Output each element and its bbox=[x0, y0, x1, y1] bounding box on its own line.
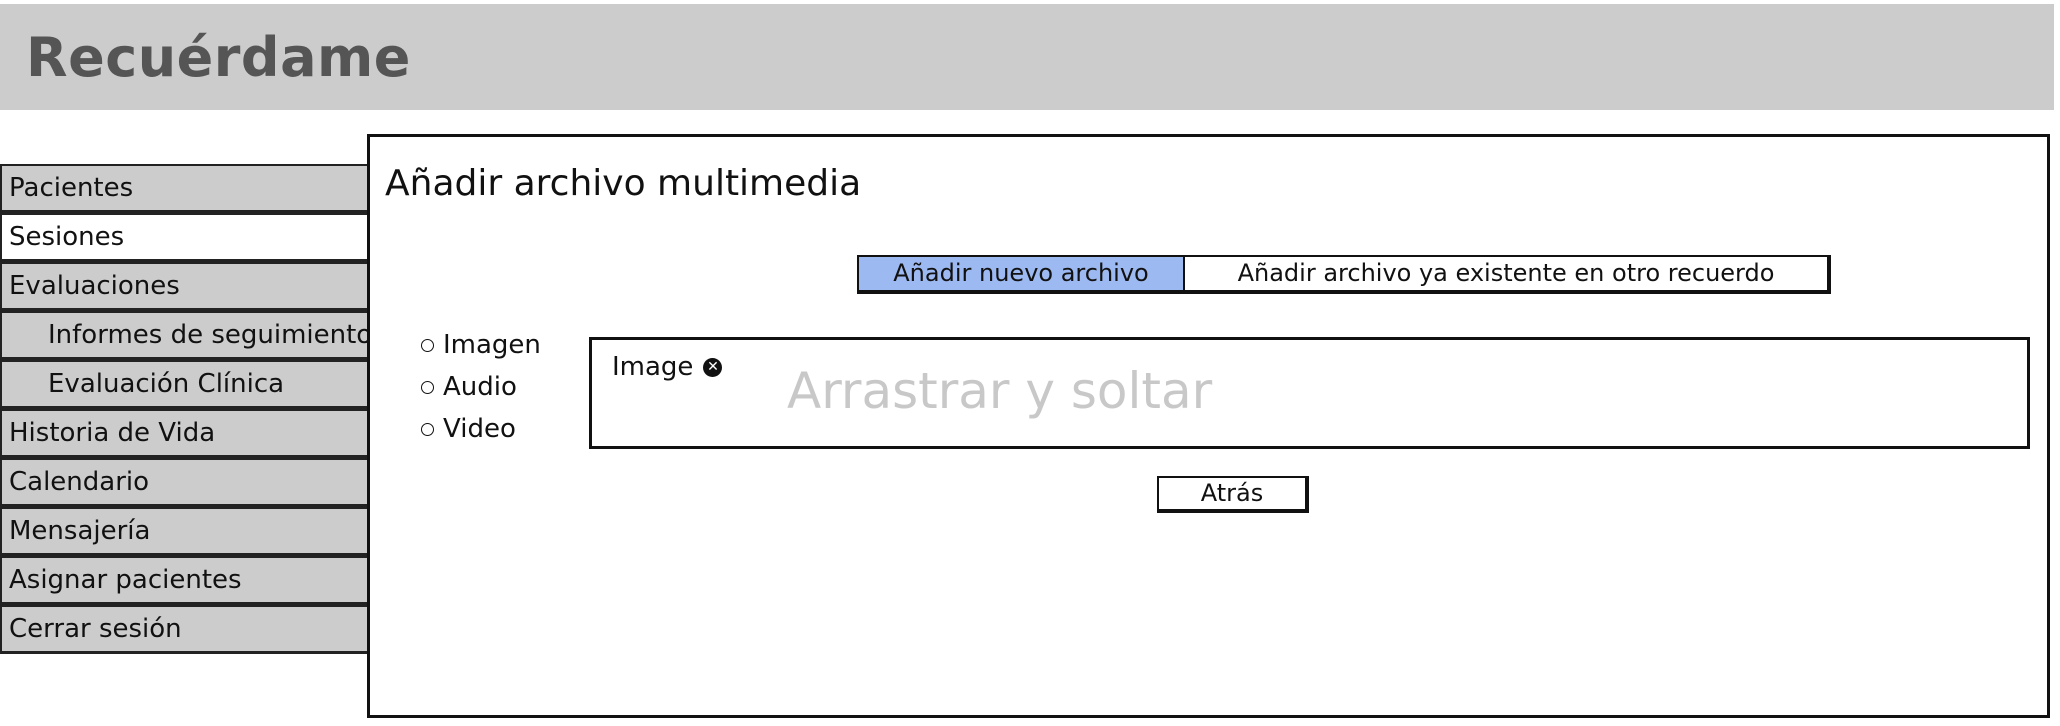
radio-option-video[interactable]: Video bbox=[421, 408, 541, 450]
close-icon[interactable]: ✕ bbox=[703, 357, 723, 377]
radio-button-icon[interactable] bbox=[421, 422, 434, 436]
app-header: Recuérdame bbox=[0, 4, 2054, 110]
sidebar-item-asignar-pacientes[interactable]: Asignar pacientes bbox=[0, 556, 371, 605]
file-chip-label: Image bbox=[612, 352, 694, 382]
media-type-radio-group: Imagen Audio Video bbox=[421, 324, 541, 450]
sidebar-item-evaluacion-clinica[interactable]: Evaluación Clínica bbox=[0, 360, 371, 409]
file-chip: Image ✕ bbox=[612, 350, 723, 384]
upload-mode-tabs: Añadir nuevo archivo Añadir archivo ya e… bbox=[857, 255, 1831, 294]
sidebar-item-evaluaciones[interactable]: Evaluaciones bbox=[0, 262, 371, 311]
radio-label-video: Video bbox=[443, 414, 516, 444]
radio-button-icon[interactable] bbox=[421, 338, 434, 352]
tab-new-file[interactable]: Añadir nuevo archivo bbox=[859, 257, 1185, 290]
sidebar: Pacientes Sesiones Evaluaciones Informes… bbox=[0, 164, 371, 654]
radio-button-icon[interactable] bbox=[421, 380, 434, 394]
sidebar-item-historia-de-vida[interactable]: Historia de Vida bbox=[0, 409, 371, 458]
tab-existing-file[interactable]: Añadir archivo ya existente en otro recu… bbox=[1185, 257, 1827, 290]
back-button[interactable]: Atrás bbox=[1157, 476, 1309, 513]
file-dropzone[interactable]: Image ✕ Arrastrar y soltar bbox=[589, 337, 2030, 449]
dropzone-hint: Arrastrar y soltar bbox=[787, 362, 1213, 420]
radio-option-audio[interactable]: Audio bbox=[421, 366, 541, 408]
sidebar-item-sesiones[interactable]: Sesiones bbox=[0, 213, 371, 262]
page-title: Añadir archivo multimedia bbox=[385, 163, 862, 204]
sidebar-item-mensajeria[interactable]: Mensajería bbox=[0, 507, 371, 556]
sidebar-item-pacientes[interactable]: Pacientes bbox=[0, 164, 371, 213]
radio-option-imagen[interactable]: Imagen bbox=[421, 324, 541, 366]
sidebar-item-cerrar-sesion[interactable]: Cerrar sesión bbox=[0, 605, 371, 654]
sidebar-item-informes-de-seguimiento[interactable]: Informes de seguimiento bbox=[0, 311, 371, 360]
radio-label-imagen: Imagen bbox=[443, 330, 541, 360]
app-title: Recuérdame bbox=[26, 26, 411, 89]
radio-label-audio: Audio bbox=[443, 372, 517, 402]
sidebar-item-calendario[interactable]: Calendario bbox=[0, 458, 371, 507]
